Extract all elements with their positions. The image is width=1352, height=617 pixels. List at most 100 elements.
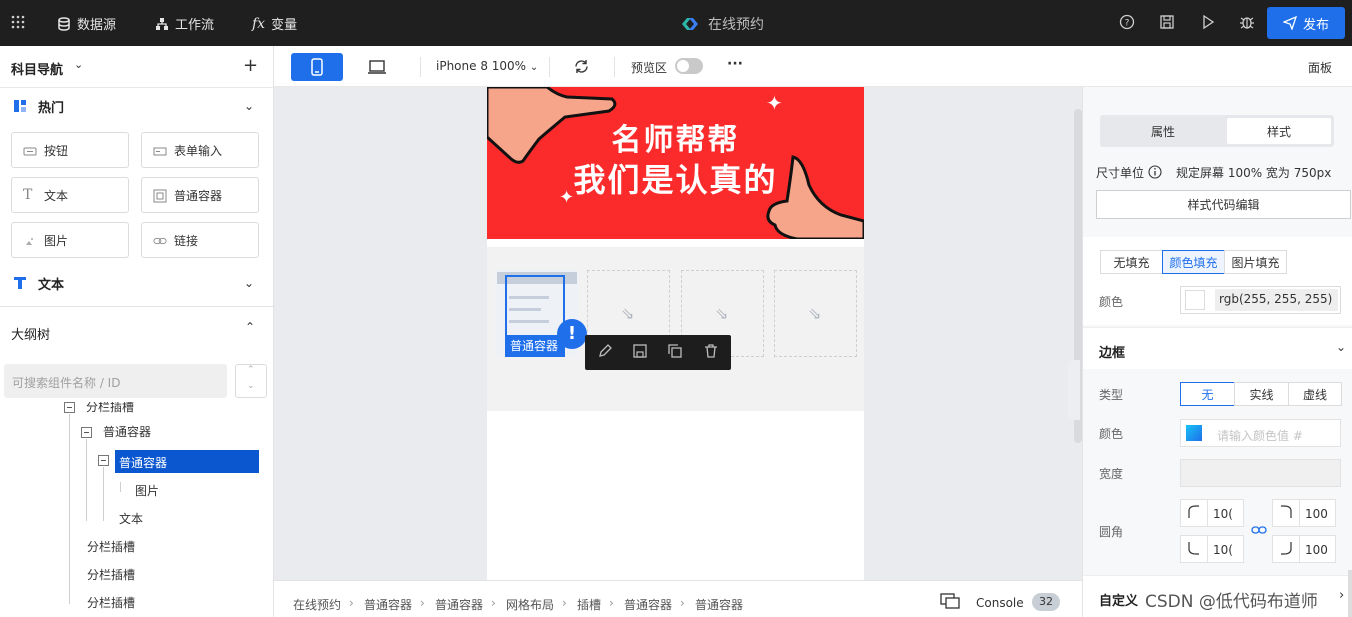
workflow-icon <box>156 17 168 30</box>
radius-top-right-input[interactable]: 100 <box>1272 499 1336 527</box>
border-width-input[interactable] <box>1180 459 1341 487</box>
add-icon[interactable]: + <box>243 55 258 76</box>
tree-node[interactable]: 分栏插槽 <box>86 402 134 415</box>
edit-icon[interactable] <box>597 343 613 362</box>
tree-node[interactable]: 分栏插槽 <box>87 566 135 583</box>
more-icon[interactable]: ··· <box>727 56 743 72</box>
panel-collapse-handle[interactable] <box>1068 360 1080 420</box>
sparkle-icon: ✦ <box>766 91 783 115</box>
chevron-down-icon: ⌄ <box>529 62 539 73</box>
breadcrumb-item[interactable]: 普通容器 <box>695 596 743 613</box>
save-icon[interactable] <box>1159 14 1177 32</box>
tab-style[interactable]: 样式 <box>1227 118 1331 144</box>
fill-color-input[interactable]: rgb(255, 255, 255) <box>1180 286 1341 314</box>
link-icon[interactable] <box>1251 524 1267 538</box>
app-grid-icon[interactable] <box>10 14 26 30</box>
hot-section-header[interactable]: 热门 ⌄ <box>0 91 274 121</box>
tree-node[interactable]: 分栏插槽 <box>87 538 135 555</box>
help-icon[interactable]: ? <box>1119 14 1137 32</box>
console-label[interactable]: Console <box>976 596 1024 610</box>
save-icon[interactable] <box>632 343 648 362</box>
copy-icon[interactable] <box>667 343 683 362</box>
tree-node[interactable]: 文本 <box>119 510 143 527</box>
drop-icon: ⇘ <box>621 304 635 323</box>
workflow-menu[interactable]: 工作流 <box>155 14 214 33</box>
info-icon[interactable] <box>1148 165 1162 182</box>
laptop-icon <box>368 60 386 74</box>
play-icon[interactable] <box>1200 14 1218 32</box>
breadcrumb-item[interactable]: 普通容器 <box>624 596 672 613</box>
component-image[interactable]: 图片 <box>11 222 129 258</box>
component-label: 图片 <box>44 233 69 248</box>
tree-node[interactable]: 图片 <box>135 482 159 499</box>
breadcrumb-item[interactable]: 插槽 <box>577 596 601 613</box>
fill-none-option[interactable]: 无填充 <box>1100 250 1163 274</box>
tree-node[interactable]: 分栏插槽 <box>87 594 135 611</box>
banner-image[interactable]: ✦ ✦ 名师帮帮 我们是认真的 <box>487 87 864 239</box>
tree-guide <box>120 482 121 492</box>
desktop-view-button[interactable] <box>351 53 403 81</box>
radius-top-left-input[interactable]: 10( <box>1180 499 1244 527</box>
console-icon[interactable] <box>940 593 960 612</box>
border-solid-option[interactable]: 实线 <box>1234 382 1289 406</box>
grid-slot[interactable]: ⇘ <box>774 270 857 357</box>
grid-layout[interactable]: ⇘ ⇘ ⇘ <box>487 247 864 411</box>
radius-value: 10( <box>1213 507 1233 521</box>
search-spinner[interactable]: ⌃ ⌄ <box>235 364 267 398</box>
mobile-view-button[interactable] <box>291 53 343 81</box>
component-container[interactable]: 普通容器 <box>141 177 259 213</box>
breadcrumb-item[interactable]: 网格布局 <box>506 596 554 613</box>
panel-button[interactable]: 面板 <box>1308 59 1332 76</box>
input-icon <box>153 147 167 156</box>
border-section-header[interactable]: 边框 ⌄ <box>1083 327 1352 369</box>
component-text[interactable]: T 文本 <box>11 177 129 213</box>
image-icon <box>26 238 33 245</box>
chevron-down-icon[interactable]: ⌄ <box>247 381 255 391</box>
component-form-input[interactable]: 表单输入 <box>141 132 259 168</box>
outline-search-input[interactable]: 可搜索组件名称 / ID <box>4 364 227 398</box>
border-color-input[interactable]: 请输入颜色值 # <box>1180 419 1341 447</box>
style-code-edit-button[interactable]: 样式代码编辑 <box>1096 190 1351 219</box>
color-value[interactable]: rgb(255, 255, 255) <box>1215 289 1338 311</box>
refresh-icon[interactable] <box>573 58 591 76</box>
border-dashed-option[interactable]: 虚线 <box>1288 382 1342 406</box>
breadcrumb-item[interactable]: 普通容器 <box>435 596 483 613</box>
color-label: 颜色 <box>1099 295 1124 309</box>
delete-icon[interactable] <box>703 343 719 362</box>
breadcrumb-item[interactable]: 普通容器 <box>364 596 412 613</box>
fill-image-option[interactable]: 图片填充 <box>1224 250 1287 274</box>
datasource-menu[interactable]: 数据源 <box>57 14 116 33</box>
tree-node[interactable]: 普通容器 <box>103 423 151 440</box>
selection-tag[interactable]: 普通容器 <box>505 335 563 355</box>
collapse-toggle-icon[interactable] <box>98 455 109 466</box>
panel-scrollbar[interactable] <box>1348 570 1352 617</box>
tab-properties[interactable]: 属性 <box>1103 118 1223 144</box>
nav-title[interactable]: 科目导航 <box>11 59 63 78</box>
component-label: 文本 <box>44 188 69 203</box>
tree-node-selected[interactable]: 普通容器 <box>115 450 259 473</box>
radius-bottom-right-input[interactable]: 100 <box>1272 535 1336 563</box>
publish-button[interactable]: 发布 <box>1267 7 1345 39</box>
outline-title: 大纲树 <box>11 328 51 343</box>
warning-icon[interactable]: ! <box>557 319 587 349</box>
chevron-down-icon[interactable]: ⌄ <box>74 58 83 71</box>
chevron-up-icon[interactable]: ⌃ <box>247 365 255 375</box>
device-select[interactable]: iPhone 8 100% ⌄ <box>436 59 538 73</box>
preview-toggle[interactable] <box>675 58 703 74</box>
component-button[interactable]: 按钮 <box>11 132 129 168</box>
design-canvas[interactable]: ✦ ✦ 名师帮帮 我们是认真的 ⇘ ⇘ ⇘ 普通容器 ! <box>274 87 1082 580</box>
color-swatch[interactable] <box>1186 425 1202 441</box>
collapse-icon[interactable]: ⌃ <box>245 320 255 334</box>
border-none-option[interactable]: 无 <box>1180 382 1235 406</box>
collapse-toggle-icon[interactable] <box>81 427 92 438</box>
component-link[interactable]: 链接 <box>141 222 259 258</box>
color-swatch[interactable] <box>1185 290 1205 310</box>
text-section-header[interactable]: 文本 ⌄ <box>0 268 274 298</box>
debug-icon[interactable] <box>1239 14 1257 32</box>
breadcrumb-item[interactable]: 在线预约 <box>293 596 341 613</box>
collapse-toggle-icon[interactable] <box>64 402 75 413</box>
fill-color-option[interactable]: 颜色填充 <box>1162 250 1225 274</box>
variable-menu[interactable]: fx 变量 <box>252 14 297 34</box>
radius-bottom-left-input[interactable]: 10( <box>1180 535 1244 563</box>
send-icon <box>1282 16 1297 30</box>
